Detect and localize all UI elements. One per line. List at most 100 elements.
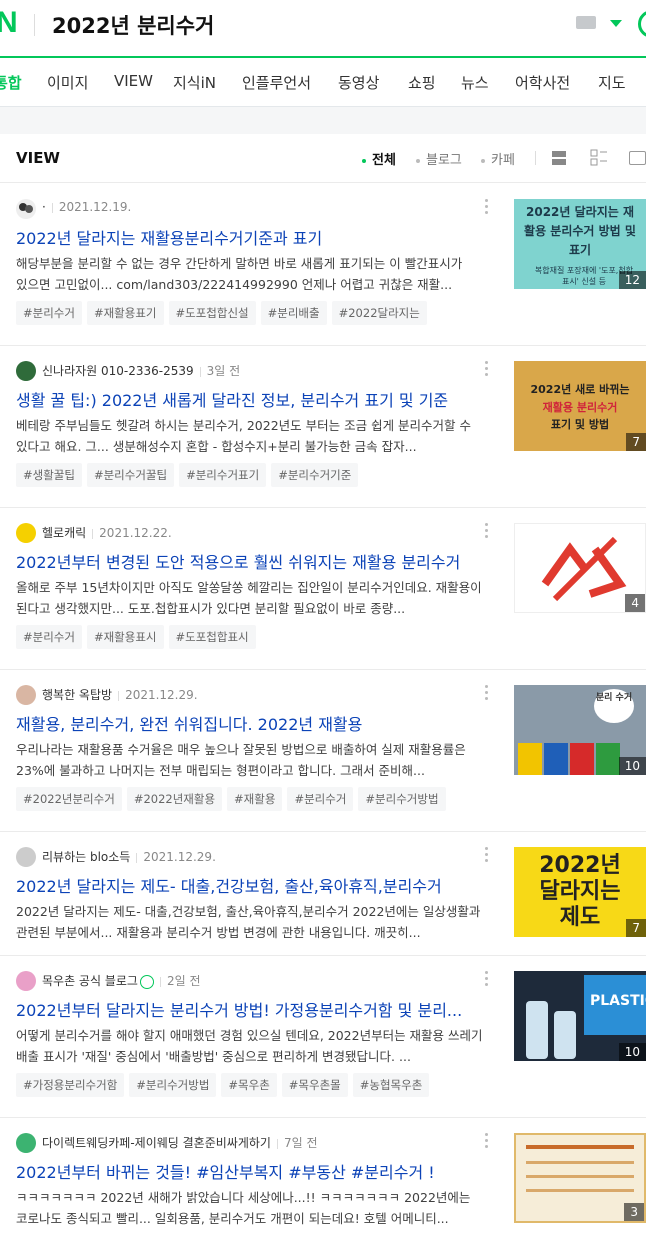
thumbnail-text: PLASTIC [590, 993, 646, 1009]
thumbnail[interactable]: PLASTIC 10 [514, 971, 646, 1061]
thumbnail[interactable]: 3 [514, 1133, 646, 1223]
more-icon[interactable] [485, 523, 489, 541]
result-description[interactable]: 2022년 달라지는 제도- 대출,건강보험, 출산,육아휴직,분리수거 202… [16, 901, 488, 943]
naver-logo[interactable]: N [0, 6, 18, 40]
hashtag[interactable]: #분리수거꿀팁 [86, 463, 175, 487]
video-view-icon[interactable] [629, 151, 646, 165]
avatar[interactable] [16, 971, 36, 991]
result-item[interactable]: 목우촌 공식 블로그 2일 전 2022년부터 달라지는 분리수거 방법! 가정용… [0, 955, 646, 1118]
author-name[interactable]: · [42, 200, 46, 214]
more-icon[interactable] [485, 971, 489, 989]
tab-map[interactable]: 지도 [598, 72, 626, 93]
tag-list: #2022년분리수거 #2022년재활용 #재활용 #분리수거 #분리수거방법 [16, 787, 451, 811]
hashtag[interactable]: #재활용표기 [86, 301, 164, 325]
avatar[interactable] [16, 361, 36, 381]
hashtag[interactable]: #목우촌몰 [281, 1073, 348, 1097]
tab-images[interactable]: 이미지 [47, 72, 88, 93]
thumbnail[interactable]: 2022년 달라지는 제도 7 [514, 847, 646, 937]
hashtag[interactable]: #분리수거표기 [179, 463, 267, 487]
hashtag[interactable]: #도포첩합신설 [168, 301, 256, 325]
result-title[interactable]: 재활용, 분리수거, 완전 쉬워집니다. 2022년 재활용 [16, 711, 494, 735]
author-name[interactable]: 헬로캐릭 [42, 526, 86, 540]
search-icon[interactable] [638, 10, 646, 38]
more-icon[interactable] [485, 685, 489, 703]
search-input[interactable]: 2022년 분리수거 [52, 10, 214, 40]
avatar[interactable] [16, 685, 36, 705]
post-date: 2021.12.29. [125, 688, 198, 702]
thumbnail[interactable]: 2022년 달라지는 재활용 분리수거 방법 및 표기 복합재질 포장재에 '도… [514, 199, 646, 289]
result-item[interactable]: 다이렉트웨딩카페-제이웨딩 결혼준비싸게하기 7일 전 2022년부터 바뀌는 것… [0, 1117, 646, 1243]
tab-kin[interactable]: 지식iN [173, 72, 216, 93]
hashtag[interactable]: #2022년재활용 [126, 787, 223, 811]
result-description[interactable]: ㅋㅋㅋㅋㅋㅋㅋ 2022년 새해가 밝았습니다 세상에나...!! ㅋㅋㅋㅋㅋㅋ… [16, 1187, 488, 1229]
author-name[interactable]: 리뷰하는 blo소득 [42, 850, 130, 864]
result-description[interactable]: 우리나라는 재활용품 수거율은 매우 높으나 잘못된 방법으로 배출하여 실제 … [16, 739, 488, 781]
hashtag[interactable]: #농협목우촌 [352, 1073, 430, 1097]
result-title[interactable]: 2022년부터 바뀌는 것들! #임산부복지 #부동산 #분리수거 ! [16, 1159, 494, 1183]
result-title[interactable]: 2022년부터 달라지는 분리수거 방법! 가정용분리수거함 및 분리... [16, 997, 494, 1021]
post-date: 2021.12.29. [143, 850, 216, 864]
result-item[interactable]: 리뷰하는 blo소득 2021.12.29. 2022년 달라지는 제도- 대출,… [0, 831, 646, 956]
tab-dictionary[interactable]: 어학사전 [515, 72, 570, 93]
hashtag[interactable]: #분리배출 [260, 301, 327, 325]
filter-cafe[interactable]: 카페 [481, 149, 515, 168]
hashtag[interactable]: #분리수거 [16, 625, 82, 649]
hashtag[interactable]: #재활용표시 [86, 625, 164, 649]
result-title[interactable]: 2022년 달라지는 재활용분리수거기준과 표기 [16, 225, 494, 249]
hashtag[interactable]: #분리수거방법 [358, 787, 446, 811]
chevron-down-icon[interactable] [610, 20, 622, 27]
hashtag[interactable]: #생활꿀팁 [16, 463, 82, 487]
tab-view[interactable]: VIEW [114, 72, 153, 90]
filter-label: 블로그 [426, 153, 462, 168]
thumbnail[interactable]: 2022년 새로 바뀌는 재활용 분리수거 표기 및 방법 7 [514, 361, 646, 451]
avatar[interactable] [16, 1133, 36, 1153]
tab-all[interactable]: 통합 [0, 72, 22, 93]
author-name[interactable]: 목우촌 공식 블로그 [42, 974, 138, 988]
tab-video[interactable]: 동영상 [338, 72, 379, 93]
result-title[interactable]: 2022년부터 변경된 도안 적용으로 훨씬 쉬워지는 재활용 분리수거 [16, 549, 494, 573]
tab-news[interactable]: 뉴스 [461, 72, 489, 93]
result-description[interactable]: 올해로 주부 15년차이지만 아직도 알쏭달쏭 헤깔리는 집안일이 분리수거인데… [16, 577, 488, 619]
result-description[interactable]: 베테랑 주부님들도 헷갈려 하시는 분리수거, 2022년도 부터는 조금 쉽게… [16, 415, 488, 457]
more-icon[interactable] [485, 361, 489, 379]
more-icon[interactable] [485, 1133, 489, 1151]
hashtag[interactable]: #분리수거 [287, 787, 354, 811]
hashtag[interactable]: #분리수거기준 [271, 463, 359, 487]
result-item[interactable]: · 2021.12.19. 2022년 달라지는 재활용분리수거기준과 표기 해당… [0, 183, 646, 346]
section-title: VIEW [16, 149, 60, 167]
detail-view-icon[interactable] [590, 149, 608, 167]
more-icon[interactable] [485, 199, 489, 217]
result-item[interactable]: 행복한 옥탑방 2021.12.29. 재활용, 분리수거, 완전 쉬워집니다. … [0, 669, 646, 832]
list-view-icon[interactable] [552, 151, 566, 165]
hashtag[interactable]: #재활용 [227, 787, 283, 811]
avatar[interactable] [16, 199, 36, 219]
author-name[interactable]: 다이렉트웨딩카페-제이웨딩 결혼준비싸게하기 [42, 1136, 271, 1150]
hashtag[interactable]: #목우촌 [221, 1073, 277, 1097]
result-title[interactable]: 2022년 달라지는 제도- 대출,건강보험, 출산,육아휴직,분리수거 [16, 873, 494, 897]
keyboard-icon[interactable] [576, 16, 596, 29]
result-description[interactable]: 어떻게 분리수거를 해야 할지 애매했던 경험 있으실 텐데요, 2022년부터… [16, 1025, 488, 1067]
thumbnail[interactable]: 4 [514, 523, 646, 613]
result-title[interactable]: 생활 꿀 팁:) 2022년 새롭게 달라진 정보, 분리수거 표기 및 기준 [16, 387, 494, 411]
more-icon[interactable] [485, 847, 489, 865]
filter-all[interactable]: 전체 [362, 149, 396, 168]
author-name[interactable]: 신나라자원 010-2336-2539 [42, 364, 194, 378]
author-name[interactable]: 행복한 옥탑방 [42, 688, 112, 702]
image-count: 3 [624, 1203, 644, 1221]
tab-shopping[interactable]: 쇼핑 [408, 72, 436, 93]
avatar[interactable] [16, 523, 36, 543]
thumbnail[interactable]: 분리 수거 10 [514, 685, 646, 775]
hashtag[interactable]: #도포첩합표시 [168, 625, 256, 649]
hashtag[interactable]: #가정용분리수거함 [16, 1073, 125, 1097]
tag-list: #분리수거 #재활용표시 #도포첩합표시 [16, 625, 261, 649]
result-item[interactable]: 신나라자원 010-2336-2539 3일 전 생활 꿀 팁:) 2022년 새… [0, 345, 646, 508]
tab-influencer[interactable]: 인플루언서 [242, 72, 311, 93]
hashtag[interactable]: #2022달라지는 [331, 301, 427, 325]
hashtag[interactable]: #분리수거 [16, 301, 82, 325]
result-description[interactable]: 해당부분을 분리할 수 없는 경우 간단하게 말하면 바로 새롭게 표기되는 이… [16, 253, 488, 295]
hashtag[interactable]: #2022년분리수거 [16, 787, 122, 811]
avatar[interactable] [16, 847, 36, 867]
result-item[interactable]: 헬로캐릭 2021.12.22. 2022년부터 변경된 도안 적용으로 훨씬 쉬… [0, 507, 646, 670]
hashtag[interactable]: #분리수거방법 [129, 1073, 217, 1097]
filter-blog[interactable]: 블로그 [416, 149, 462, 168]
